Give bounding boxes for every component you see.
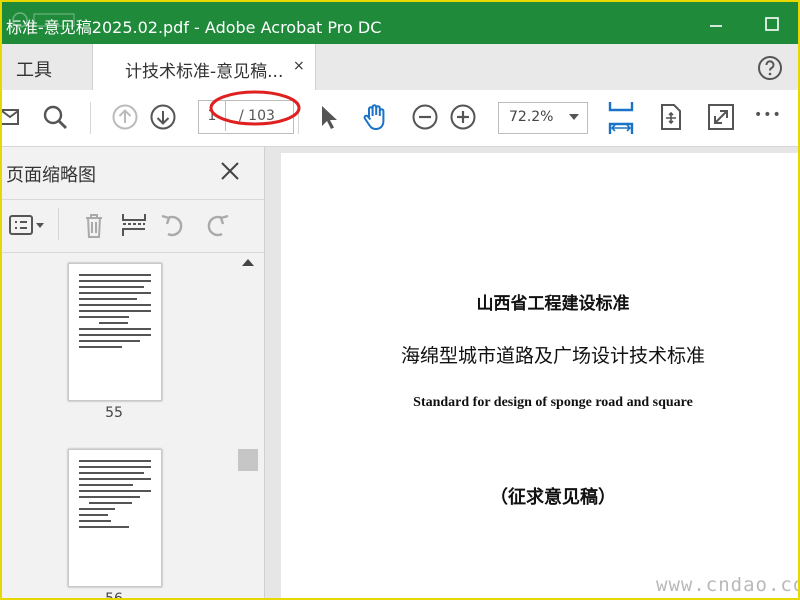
panel-title: 页面缩略图	[6, 165, 96, 186]
thumbnail-label: 55	[105, 405, 123, 421]
tab-close-icon[interactable]: ×	[293, 58, 305, 74]
page-thumbnail[interactable]	[68, 263, 162, 401]
tab-document[interactable]: 计技术标准-意见稿... ×	[92, 44, 316, 90]
scroll-up-icon[interactable]	[242, 259, 254, 266]
tab-bar: 工具 计技术标准-意见稿... ×	[2, 44, 798, 91]
options-icon[interactable]	[8, 210, 46, 240]
redo-icon[interactable]	[200, 210, 232, 240]
zoom-in-icon[interactable]	[448, 102, 478, 132]
extract-icon[interactable]	[118, 210, 150, 240]
thumbnail-text-lines	[79, 274, 151, 352]
select-arrow-icon[interactable]	[314, 102, 344, 132]
red-highlight-ellipse	[209, 90, 301, 126]
zoom-select[interactable]: 72.2%	[498, 102, 588, 134]
document-view: 山西省工程建设标准 海绵型城市道路及广场设计技术标准 Standard for …	[265, 147, 798, 598]
rotate-view-icon[interactable]	[656, 102, 686, 132]
main-toolbar: / 103 72.2%	[2, 90, 798, 147]
more-icon[interactable]: •••	[754, 107, 784, 137]
close-icon[interactable]	[218, 159, 242, 183]
title-bar: 标准-意见稿2025.02.pdf - Adobe Acrobat Pro DC	[2, 2, 798, 44]
mail-icon[interactable]	[2, 102, 32, 132]
page-thumbnails-panel: 页面缩略图 55 56	[2, 147, 265, 600]
site-watermark: www.cndao.com	[656, 574, 798, 596]
page-up-icon[interactable]	[110, 102, 140, 132]
hand-icon[interactable]	[360, 102, 390, 132]
zoom-out-icon[interactable]	[410, 102, 440, 132]
page-down-icon[interactable]	[148, 102, 178, 132]
thumbnail-toolbar	[2, 199, 264, 253]
help-icon[interactable]	[757, 55, 783, 81]
undo-icon[interactable]	[158, 210, 190, 240]
doc-heading-standard: 山西省工程建设标准	[476, 294, 630, 314]
page-thumbnail[interactable]	[68, 449, 162, 587]
chevron-down-icon	[569, 114, 579, 120]
doc-title-english: Standard for design of sponge road and s…	[413, 395, 693, 410]
thumbnail-text-lines	[79, 460, 151, 532]
doc-title-chinese: 海绵型城市道路及广场设计技术标准	[400, 345, 705, 367]
scroll-thumb[interactable]	[238, 449, 258, 471]
tab-document-label: 计技术标准-意见稿...	[125, 62, 284, 82]
maximize-icon[interactable]	[758, 10, 786, 38]
search-icon[interactable]	[40, 102, 70, 132]
toolbar-separator	[90, 102, 91, 134]
doc-draft-label: （征求意见稿）	[490, 487, 616, 508]
acrobat-window: 标准-意见稿2025.02.pdf - Adobe Acrobat Pro DC…	[0, 0, 800, 600]
fullscreen-icon[interactable]	[706, 102, 736, 132]
toolbar-separator	[58, 208, 59, 240]
zoom-value: 72.2%	[509, 109, 554, 125]
tab-tools[interactable]: 工具	[16, 56, 52, 82]
pdf-page: 山西省工程建设标准 海绵型城市道路及广场设计技术标准 Standard for …	[281, 153, 798, 598]
delete-icon[interactable]	[78, 210, 110, 240]
thumbnail-list: 55 56	[2, 253, 238, 600]
thumbnail-scrollbar[interactable]	[238, 253, 258, 598]
minimize-icon[interactable]	[702, 10, 730, 38]
thumbnail-label: 56	[105, 591, 123, 600]
fit-width-icon[interactable]	[606, 100, 636, 136]
window-title: 标准-意见稿2025.02.pdf - Adobe Acrobat Pro DC	[6, 18, 382, 37]
